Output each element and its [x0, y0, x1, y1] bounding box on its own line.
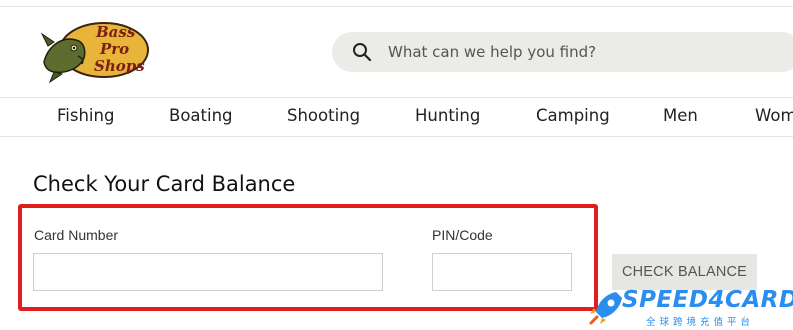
nav-item-hunting[interactable]: Hunting: [415, 106, 480, 125]
logo-text-pro: Pro: [99, 40, 129, 58]
watermark-subtitle: 全球跨境充值平台: [646, 317, 755, 328]
check-balance-button[interactable]: CHECK BALANCE: [612, 254, 757, 290]
logo-text-bass: Bass: [95, 23, 136, 41]
card-number-label: Card Number: [34, 227, 119, 243]
watermark-text: SPEED4CARD: [622, 287, 793, 313]
nav-item-shooting[interactable]: Shooting: [287, 106, 360, 125]
search-icon[interactable]: [352, 42, 372, 62]
pin-code-field[interactable]: [432, 253, 572, 291]
bass-pro-shops-logo[interactable]: Bass Pro Shops: [40, 16, 152, 84]
page-title: Check Your Card Balance: [33, 172, 296, 196]
search-bar[interactable]: [332, 32, 793, 72]
speed4card-watermark: SPEED4CARD 全球跨境充值平台: [582, 286, 793, 330]
search-input[interactable]: [388, 32, 788, 72]
pin-code-label: PIN/Code: [432, 227, 493, 243]
nav-item-camping[interactable]: Camping: [536, 106, 610, 125]
card-number-field[interactable]: [33, 253, 383, 291]
logo-text-shops: Shops: [94, 57, 145, 75]
nav-item-fishing[interactable]: Fishing: [57, 106, 114, 125]
nav-bottom-divider: [0, 136, 793, 137]
nav-item-men[interactable]: Men: [663, 106, 698, 125]
bass-fish-logo-icon: Bass Pro Shops: [40, 22, 149, 84]
top-divider: [0, 6, 793, 7]
main-navigation: Fishing Boating Shooting Hunting Camping…: [0, 98, 793, 136]
rocket-icon: [589, 292, 622, 325]
nav-item-women[interactable]: Wom: [755, 106, 793, 125]
nav-item-boating[interactable]: Boating: [169, 106, 233, 125]
